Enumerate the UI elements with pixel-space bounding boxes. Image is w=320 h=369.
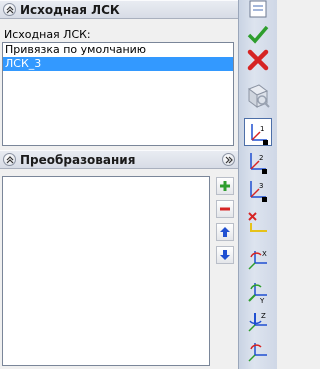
move-down-button[interactable] [216, 246, 234, 264]
source-lcs-list[interactable]: Привязка по умолчанию ЛСК_3 [2, 42, 234, 146]
source-lcs-title: Исходная ЛСК [20, 3, 120, 17]
rotate-x-icon: X [248, 250, 267, 270]
axis-1-icon: 1 [251, 124, 268, 145]
rotate-y-button[interactable]: Y [244, 278, 272, 306]
axis-2-button[interactable]: 2 [244, 148, 272, 176]
zoom-preview-button[interactable] [244, 82, 272, 110]
rotate-y-icon: Y [248, 283, 267, 305]
properties-icon [249, 0, 267, 18]
move-up-button[interactable] [216, 223, 234, 241]
cancel-x-icon [247, 49, 269, 71]
svg-text:X: X [262, 250, 267, 258]
transforms-header[interactable]: Преобразования [0, 150, 238, 169]
arrow-down-icon [220, 250, 230, 260]
add-transform-button[interactable] [216, 177, 234, 195]
rotate-x-button[interactable]: X [244, 246, 272, 274]
transforms-list[interactable] [2, 176, 210, 366]
collapse-chevron-icon[interactable] [3, 3, 16, 16]
list-item-default-snap[interactable]: Привязка по умолчанию [3, 43, 233, 57]
apply-button[interactable] [244, 20, 272, 48]
cancel-button[interactable] [244, 46, 272, 74]
axis-3-button[interactable]: 3 [244, 176, 272, 204]
svg-text:Y: Y [259, 297, 265, 305]
svg-text:2: 2 [259, 154, 263, 162]
delete-axis-icon [248, 212, 267, 232]
minus-icon [220, 207, 230, 211]
source-lcs-label: Исходная ЛСК: [4, 28, 91, 41]
properties-button[interactable] [244, 0, 272, 22]
rotate-xyz-button[interactable] [244, 338, 272, 366]
zoom-preview-icon [247, 84, 270, 108]
rotate-z-button[interactable]: Z [244, 308, 272, 336]
lcs-panel: Исходная ЛСК Исходная ЛСК: Привязка по у… [0, 0, 238, 369]
rotate-z-icon: Z [248, 312, 267, 332]
transforms-title: Преобразования [20, 153, 136, 167]
svg-text:1: 1 [260, 125, 264, 133]
expand-chevron-icon[interactable] [222, 153, 235, 166]
rotate-xyz-icon [248, 343, 267, 362]
apply-check-icon [247, 25, 269, 44]
right-toolbar: 1 2 3 X Y Z [238, 0, 277, 369]
svg-text:Z: Z [261, 312, 266, 320]
list-item-lcs-3[interactable]: ЛСК_3 [3, 57, 233, 71]
collapse-chevron-icon[interactable] [3, 153, 16, 166]
svg-text:3: 3 [259, 182, 263, 190]
remove-transform-button[interactable] [216, 200, 234, 218]
arrow-up-icon [220, 227, 230, 237]
axis-3-icon: 3 [250, 181, 267, 202]
delete-axis-button[interactable] [244, 208, 272, 236]
source-lcs-header[interactable]: Исходная ЛСК [0, 0, 238, 19]
plus-icon [220, 181, 230, 191]
axis-2-icon: 2 [250, 153, 267, 174]
axis-1-button[interactable]: 1 [244, 118, 272, 146]
